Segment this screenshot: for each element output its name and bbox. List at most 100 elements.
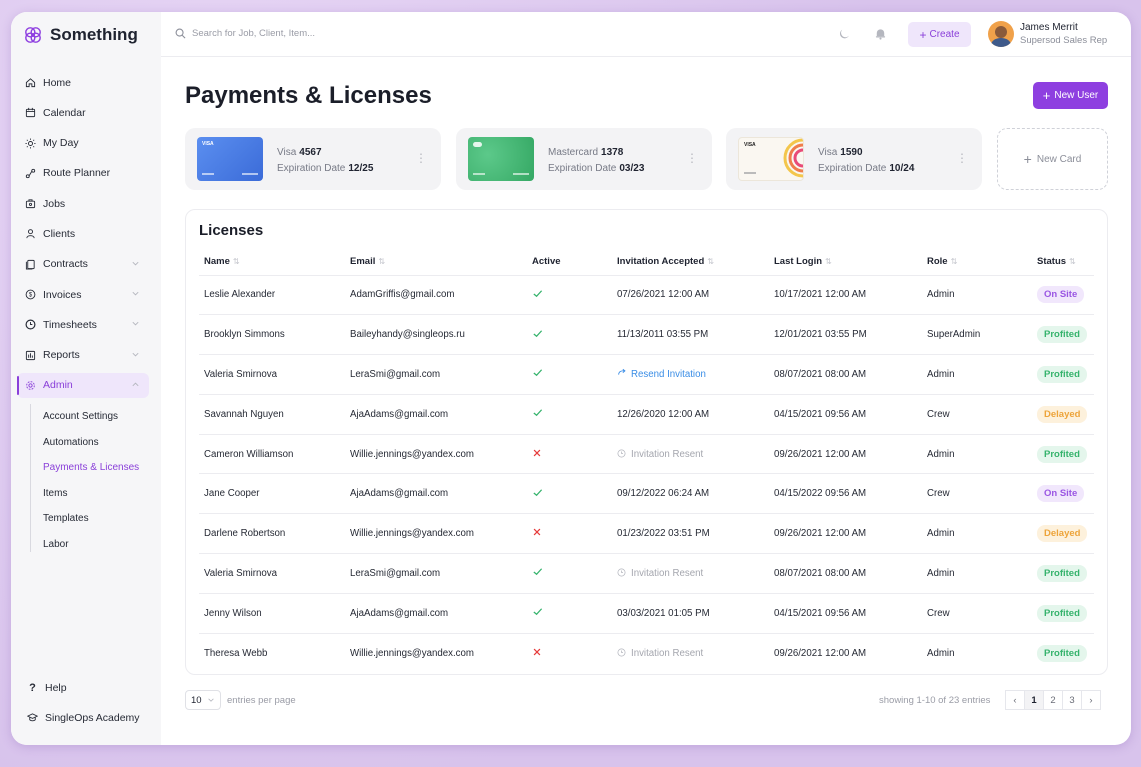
cross-icon (533, 528, 541, 536)
licenses-table: Name ⇅ Email ⇅ Active Invitation Accepted ⇅… (199, 248, 1094, 673)
cross-icon (533, 648, 541, 656)
sidebar-item-help[interactable]: ? Help (25, 675, 140, 700)
cell-status: Profited (1032, 314, 1094, 356)
sidebar-item-invoices[interactable]: $ Invoices (17, 282, 149, 307)
table-row[interactable]: Darlene Robertson Willie.jennings@yandex.… (199, 513, 1094, 555)
cell-invitation[interactable]: Resend Invitation (612, 354, 769, 395)
page-button[interactable]: 2 (1043, 690, 1063, 710)
next-page-button[interactable]: › (1081, 690, 1101, 710)
licenses-panel: Licenses Name ⇅ Email ⇅ Active Invitation … (185, 209, 1108, 675)
sidebar-item-clients[interactable]: Clients (17, 221, 149, 246)
sidebar-item-label: Timesheets (43, 318, 97, 331)
sidebar-item-label: Route Planner (43, 167, 111, 180)
payment-card[interactable]: VISA Visa 1590 Expiration Date 10/24 ⋮ (726, 128, 982, 190)
cell-last-login: 04/15/2021 09:56 AM (769, 394, 922, 435)
cell-email: LeraSmi@gmail.com (345, 354, 527, 395)
subnav-item-labor[interactable]: Labor (43, 532, 139, 558)
table-row[interactable]: Savannah Nguyen AjaAdams@gmail.com 12/26/2… (199, 394, 1094, 435)
table-row[interactable]: Jenny Wilson AjaAdams@gmail.com 03/03/2021… (199, 593, 1094, 634)
sort-icon: ⇅ (1069, 256, 1076, 266)
cell-active (527, 275, 612, 316)
page-button[interactable]: 1 (1024, 690, 1044, 710)
check-icon (533, 369, 543, 377)
payment-card[interactable]: VISA Visa 4567 Expiration Date 12/25 ⋮ (185, 128, 441, 190)
column-header-name[interactable]: Name ⇅ (199, 248, 345, 276)
table-row[interactable]: Leslie Alexander AdamGriffis@gmail.com 07/… (199, 275, 1094, 316)
chart-icon (25, 350, 36, 360)
prev-page-button[interactable]: ‹ (1005, 690, 1025, 710)
sidebar-bottom: ? Help SingleOps Academy (25, 675, 140, 735)
cell-email: AjaAdams@gmail.com (345, 473, 527, 515)
subnav-item-templates[interactable]: Templates (43, 506, 139, 532)
page-button[interactable]: 3 (1062, 690, 1082, 710)
status-badge: Delayed (1037, 525, 1088, 543)
subnav-item-payments-licenses[interactable]: Payments & Licenses (43, 455, 139, 481)
per-page-select[interactable]: 10 (185, 690, 221, 710)
column-header-status[interactable]: Status ⇅ (1032, 248, 1094, 276)
new-card-label: New Card (1036, 153, 1082, 165)
cell-invitation: Invitation Resent (612, 434, 769, 475)
svg-text:$: $ (29, 293, 33, 299)
clock-icon (25, 319, 36, 330)
kebab-menu-icon[interactable]: ⋮ (956, 151, 968, 165)
cell-name: Jenny Wilson (199, 593, 345, 634)
column-header-last-login[interactable]: Last Login ⇅ (769, 248, 922, 276)
kebab-menu-icon[interactable]: ⋮ (686, 151, 698, 165)
table-row[interactable]: Jane Cooper AjaAdams@gmail.com 09/12/2022 … (199, 473, 1094, 515)
kebab-menu-icon[interactable]: ⋮ (415, 151, 427, 165)
new-user-button[interactable]: + New User (1033, 82, 1108, 109)
status-badge: Delayed (1037, 405, 1088, 423)
moon-icon[interactable] (839, 27, 852, 40)
cell-email: AjaAdams@gmail.com (345, 394, 527, 435)
sidebar-item-my-day[interactable]: My Day (17, 131, 149, 156)
sidebar-item-home[interactable]: Home (17, 70, 149, 95)
card-exp: 03/23 (619, 163, 645, 174)
column-header-email[interactable]: Email ⇅ (345, 248, 527, 276)
logo-icon (25, 27, 41, 43)
table-header-row: Name ⇅ Email ⇅ Active Invitation Accepted ⇅… (199, 248, 1094, 276)
resend-invitation-link[interactable]: Resend Invitation (617, 369, 706, 380)
user-menu[interactable]: James Merrit Supersod Sales Rep (988, 21, 1107, 47)
table-row[interactable]: Theresa Webb Willie.jennings@yandex.com In… (199, 633, 1094, 673)
cell-role: Admin (922, 275, 1032, 316)
visa-logo: VISA (202, 141, 214, 147)
cell-role: Admin (922, 513, 1032, 555)
cell-name: Valeria Smirnova (199, 354, 345, 395)
subnav-item-items[interactable]: Items (43, 481, 139, 507)
sidebar-item-reports[interactable]: Reports (17, 343, 149, 368)
table-row[interactable]: Cameron Williamson Willie.jennings@yandex… (199, 434, 1094, 475)
licenses-table-body: Leslie Alexander AdamGriffis@gmail.com 07/… (199, 275, 1094, 673)
payment-card[interactable]: Mastercard 1378 Expiration Date 03/23 ⋮ (456, 128, 712, 190)
create-button[interactable]: + Create (908, 22, 971, 47)
brand[interactable]: Something (24, 25, 138, 45)
sidebar-nav: Home Calendar My Day Route Planner Jobs … (17, 70, 149, 403)
column-header-role[interactable]: Role ⇅ (922, 248, 1032, 276)
check-icon (533, 409, 543, 417)
sidebar-item-timesheets[interactable]: Timesheets (17, 312, 149, 337)
sidebar-item-admin[interactable]: Admin (17, 372, 149, 398)
table-row[interactable]: Valeria Smirnova LeraSmi@gmail.com Invitat… (199, 553, 1094, 594)
new-card-button[interactable]: + New Card (997, 128, 1108, 190)
sidebar-item-label: My Day (43, 137, 79, 150)
pagination: ‹ 1 2 3 › (1005, 690, 1101, 710)
subnav-item-automations[interactable]: Automations (43, 430, 139, 456)
sidebar-item-label: Reports (43, 349, 80, 362)
column-header-invitation[interactable]: Invitation Accepted ⇅ (612, 248, 769, 276)
sidebar-item-academy[interactable]: SingleOps Academy (25, 705, 140, 730)
sidebar-item-calendar[interactable]: Calendar (17, 100, 149, 125)
sidebar-item-route-planner[interactable]: Route Planner (17, 161, 149, 186)
table-row[interactable]: Brooklyn Simmons Baileyhandy@singleops.ru… (199, 314, 1094, 356)
subnav-item-account-settings[interactable]: Account Settings (43, 404, 139, 430)
cell-name: Darlene Robertson (199, 513, 345, 555)
sidebar-item-contracts[interactable]: Contracts (17, 252, 149, 277)
cell-invitation: Invitation Resent (612, 633, 769, 673)
search-input[interactable] (192, 28, 392, 39)
bell-icon[interactable] (874, 27, 887, 40)
check-icon (533, 489, 543, 497)
cell-email: Willie.jennings@yandex.com (350, 647, 474, 659)
contract-icon (25, 259, 35, 270)
sidebar-item-jobs[interactable]: Jobs (17, 191, 149, 216)
table-row[interactable]: Valeria Smirnova LeraSmi@gmail.com Resend … (199, 354, 1094, 395)
cell-status: Profited (1032, 633, 1094, 673)
create-label: Create (929, 29, 960, 40)
